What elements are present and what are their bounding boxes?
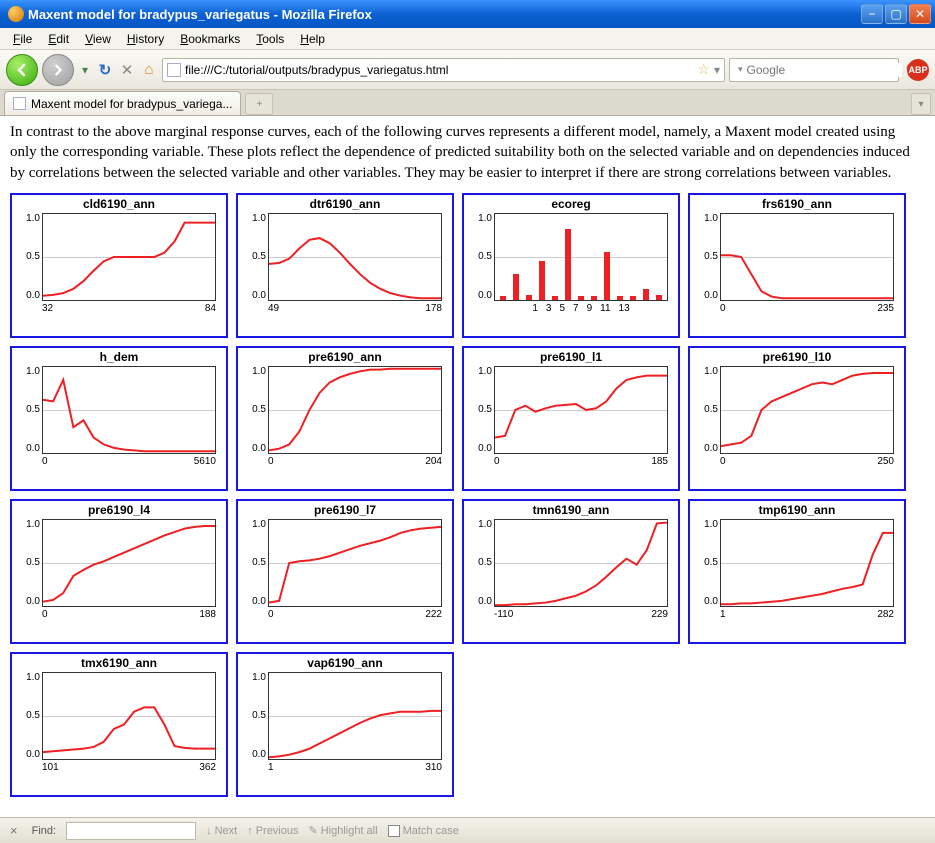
find-label: Find:	[32, 825, 56, 837]
firefox-icon	[8, 6, 24, 22]
chart-pre6190_ann: pre6190_ann1.00.50.00204	[236, 346, 454, 491]
maximize-button[interactable]: ▢	[885, 4, 907, 24]
search-box[interactable]: ▾ 🔍	[729, 58, 899, 82]
find-matchcase-checkbox[interactable]: Match case	[388, 825, 459, 837]
menu-tools[interactable]: Tools	[249, 30, 291, 48]
window-titlebar: Maxent model for bradypus_variegatus - M…	[0, 0, 935, 28]
menu-bar: File Edit View History Bookmarks Tools H…	[0, 28, 935, 50]
page-content: In contrast to the above marginal respon…	[0, 116, 935, 817]
chart-title: pre6190_l1	[468, 350, 674, 366]
chart-title: vap6190_ann	[242, 656, 448, 672]
chart-title: frs6190_ann	[694, 197, 900, 213]
find-close-button[interactable]: ×	[6, 823, 22, 838]
nav-toolbar: ▾ ↻ ✕ ⌂ ☆ ▾ ▾ 🔍 ABP	[0, 50, 935, 90]
chart-title: pre6190_l7	[242, 503, 448, 519]
back-button[interactable]	[6, 54, 38, 86]
menu-edit[interactable]: Edit	[41, 30, 76, 48]
chart-frs6190_ann: frs6190_ann1.00.50.00235	[688, 193, 906, 338]
page-icon	[167, 63, 181, 77]
window-title: Maxent model for bradypus_variegatus - M…	[28, 7, 861, 22]
chart-title: cld6190_ann	[16, 197, 222, 213]
menu-view[interactable]: View	[78, 30, 118, 48]
chart-pre6190_l1: pre6190_l11.00.50.00185	[462, 346, 680, 491]
forward-button[interactable]	[42, 54, 74, 86]
url-bar[interactable]: ☆ ▾	[162, 58, 725, 82]
chart-title: pre6190_ann	[242, 350, 448, 366]
chart-cld6190_ann: cld6190_ann1.00.50.03284	[10, 193, 228, 338]
search-input[interactable]	[747, 63, 902, 77]
find-previous-button[interactable]: ↑ Previous	[247, 825, 298, 837]
home-button[interactable]: ⌂	[140, 61, 158, 79]
tab-page-icon	[13, 97, 26, 110]
chart-title: dtr6190_ann	[242, 197, 448, 213]
url-input[interactable]	[185, 63, 693, 77]
chart-tmp6190_ann: tmp6190_ann1.00.50.01282	[688, 499, 906, 644]
chart-title: ecoreg	[468, 197, 674, 213]
menu-bookmarks[interactable]: Bookmarks	[173, 30, 247, 48]
find-input[interactable]	[66, 822, 196, 840]
menu-history[interactable]: History	[120, 30, 171, 48]
chart-pre6190_l10: pre6190_l101.00.50.00250	[688, 346, 906, 491]
chart-ecoreg: ecoreg1.00.50.0135791113	[462, 193, 680, 338]
chart-tmx6190_ann: tmx6190_ann1.00.50.0101362	[10, 652, 228, 797]
tab-title: Maxent model for bradypus_variega...	[31, 97, 232, 111]
new-tab-button[interactable]: +	[245, 93, 273, 115]
find-next-button[interactable]: ↓ Next	[206, 825, 237, 837]
bookmark-star-icon[interactable]: ☆	[697, 61, 710, 78]
find-bar: × Find: ↓ Next ↑ Previous ✎ Highlight al…	[0, 817, 935, 843]
chart-pre6190_l4: pre6190_l41.00.50.00188	[10, 499, 228, 644]
menu-help[interactable]: Help	[293, 30, 332, 48]
intro-paragraph: In contrast to the above marginal respon…	[10, 122, 925, 183]
chart-title: tmp6190_ann	[694, 503, 900, 519]
minimize-button[interactable]: −	[861, 4, 883, 24]
search-engine-dropdown[interactable]: ▾	[738, 64, 743, 75]
chart-pre6190_l7: pre6190_l71.00.50.00222	[236, 499, 454, 644]
chart-title: tmx6190_ann	[16, 656, 222, 672]
tab-bar: Maxent model for bradypus_variega... + ▾	[0, 90, 935, 116]
chart-dtr6190_ann: dtr6190_ann1.00.50.049178	[236, 193, 454, 338]
chart-tmn6190_ann: tmn6190_ann1.00.50.0-110229	[462, 499, 680, 644]
url-dropdown-icon[interactable]: ▾	[714, 63, 720, 77]
tab-list-button[interactable]: ▾	[911, 93, 931, 115]
stop-button[interactable]: ✕	[118, 61, 136, 79]
chart-title: tmn6190_ann	[468, 503, 674, 519]
chart-title: pre6190_l10	[694, 350, 900, 366]
chart-grid: cld6190_ann1.00.50.03284dtr6190_ann1.00.…	[10, 193, 925, 797]
tab-active[interactable]: Maxent model for bradypus_variega...	[4, 91, 241, 115]
chart-vap6190_ann: vap6190_ann1.00.50.01310	[236, 652, 454, 797]
find-highlight-button[interactable]: ✎ Highlight all	[308, 824, 377, 837]
chart-h_dem: h_dem1.00.50.005610	[10, 346, 228, 491]
history-dropdown[interactable]: ▾	[78, 56, 92, 84]
adblock-icon[interactable]: ABP	[907, 59, 929, 81]
chart-title: h_dem	[16, 350, 222, 366]
reload-button[interactable]: ↻	[96, 61, 114, 79]
close-button[interactable]: ✕	[909, 4, 931, 24]
menu-file[interactable]: File	[6, 30, 39, 48]
chart-title: pre6190_l4	[16, 503, 222, 519]
